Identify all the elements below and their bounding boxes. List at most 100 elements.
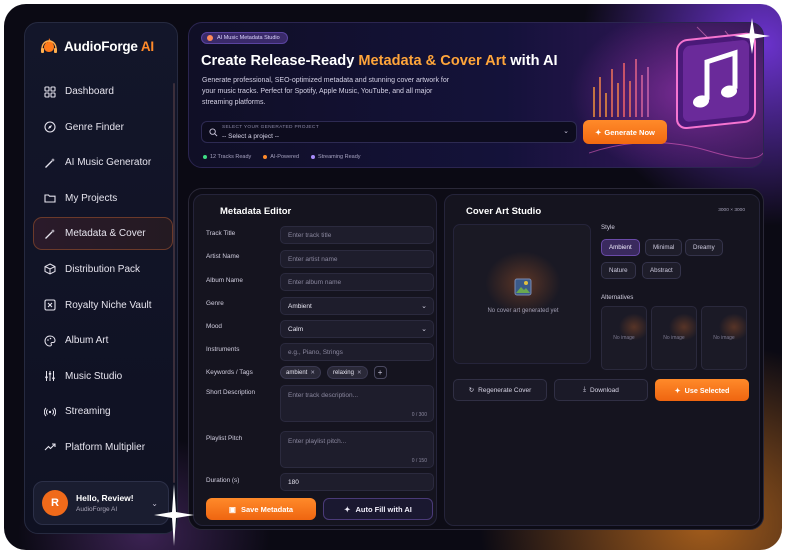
artist-name-input[interactable]: Enter artist name (280, 250, 434, 268)
regenerate-cover-button[interactable]: ↻ Regenerate Cover (453, 379, 547, 401)
save-icon: ▣ (228, 504, 236, 514)
duration-label: Duration (s) (206, 477, 240, 484)
chevron-down-icon: ⌄ (421, 303, 427, 310)
user-menu[interactable]: R Hello, Review! AudioForge AI ⌄ (33, 481, 169, 525)
sidebar-nav: Dashboard Genre Finder AI Music Generato… (33, 75, 173, 467)
avatar: R (42, 490, 68, 516)
genre-select[interactable]: Ambient ⌄ (280, 297, 434, 315)
refresh-icon: ↻ (468, 387, 475, 394)
stat-text: 12 Tracks Ready (210, 154, 252, 160)
app-window: AudioForge AI Dashboard Genre Finder AI … (4, 4, 782, 550)
sidebar-item-streaming[interactable]: Streaming (33, 395, 173, 428)
plus-icon: + (377, 368, 383, 377)
sidebar-item-music-studio[interactable]: Music Studio (33, 360, 173, 393)
sidebar-item-album-art[interactable]: Album Art (33, 324, 173, 357)
cover-dimensions: 3000 × 3000 (718, 208, 745, 213)
tag-label: relaxing (332, 369, 354, 376)
use-selected-button[interactable]: ✦ Use Selected (655, 379, 749, 401)
hero-badge: AI Music Metadata Studio (201, 32, 288, 44)
mood-value: Calm (288, 325, 304, 333)
stat-ai-powered: AI-Powered (263, 154, 299, 160)
vault-icon (44, 299, 56, 311)
tag-chip[interactable]: relaxing ✕ (326, 366, 368, 379)
duration-input[interactable]: 180 (280, 473, 434, 491)
sidebar-item-ai-music-generator[interactable]: AI Music Generator (33, 146, 173, 179)
broadcast-icon (44, 407, 56, 417)
sidebar-item-dashboard[interactable]: Dashboard (33, 75, 173, 108)
sidebar-item-distribution-pack[interactable]: Distribution Pack (33, 253, 173, 286)
sidebar-item-label: Genre Finder (65, 121, 124, 133)
sidebar-item-label: Distribution Pack (65, 263, 141, 275)
instruments-input[interactable]: e.g., Piano, Strings (280, 343, 434, 361)
app-name: AudioForge (64, 38, 138, 54)
sidebar-item-royalty-niche-vault[interactable]: Royalty Niche Vault (33, 289, 173, 322)
sidebar-item-label: Dashboard (65, 86, 114, 97)
sidebar-item-my-projects[interactable]: My Projects (33, 182, 173, 215)
short-description-textarea[interactable]: Enter track description... 0 / 300 (280, 385, 434, 422)
user-subtitle: AudioForge AI (76, 506, 118, 513)
mood-select[interactable]: Calm ⌄ (280, 320, 434, 338)
compass-icon (44, 121, 56, 133)
save-metadata-button[interactable]: ▣ Save Metadata (206, 498, 316, 520)
style-chip-minimal[interactable]: Minimal (645, 239, 683, 256)
sparkle-icon: ✦ (595, 127, 602, 137)
sparkle-icon: ✦ (674, 385, 681, 395)
folder-icon (44, 194, 56, 203)
style-chip-abstract[interactable]: Abstract (642, 262, 681, 279)
project-select[interactable]: SELECT YOUR GENERATED PROJECT -- Select … (201, 121, 577, 143)
mood-label: Mood (206, 323, 222, 330)
image-placeholder-icon (514, 278, 532, 296)
status-dot-icon (263, 155, 268, 159)
style-chip-dreamy[interactable]: Dreamy (685, 239, 723, 256)
hero-stats: 12 Tracks Ready AI-Powered Streaming Rea… (203, 154, 361, 160)
close-icon[interactable]: ✕ (310, 370, 315, 376)
keywords-label: Keywords / Tags (206, 369, 253, 376)
logo[interactable]: AudioForge AI (39, 37, 154, 55)
tag-label: ambient (286, 369, 308, 376)
magic-wand-icon (45, 228, 55, 239)
auto-fill-button[interactable]: ✦ Auto Fill with AI (323, 498, 433, 520)
tag-chip[interactable]: ambient ✕ (280, 366, 321, 379)
sidebar-item-label: Platform Multiplier (65, 441, 146, 453)
style-chip-ambient[interactable]: Ambient (601, 239, 640, 256)
sidebar-scrollbar[interactable] (173, 83, 175, 483)
generate-now-button[interactable]: ✦ Generate Now (583, 120, 667, 144)
genre-value: Ambient (288, 302, 312, 310)
generate-now-label: Generate Now (604, 127, 655, 137)
playlist-pitch-textarea[interactable]: Enter playlist pitch... 0 / 150 (280, 431, 434, 468)
app-name-suffix: AI (140, 38, 154, 54)
brain-icon (207, 35, 213, 41)
hero-banner: AI Music Metadata Studio Create Release-… (188, 22, 764, 168)
album-name-label: Album Name (206, 277, 243, 284)
sidebar-item-label: Album Art (65, 335, 109, 347)
cover-empty-text: No cover art generated yet (487, 308, 559, 314)
sidebar-item-metadata-cover[interactable]: Metadata & Cover (33, 217, 173, 251)
alternative-thumbnail[interactable]: No image (651, 306, 697, 370)
sidebar-item-label: My Projects (65, 192, 118, 204)
close-icon[interactable]: ✕ (357, 370, 362, 376)
user-greeting: Hello, Review! (76, 493, 134, 503)
workspace-panel: Metadata Editor Track Title Enter track … (188, 188, 764, 530)
palette-icon (44, 335, 56, 347)
album-name-input[interactable]: Enter album name (280, 273, 434, 291)
char-counter: 0 / 300 (411, 412, 427, 418)
metadata-editor-title: Metadata Editor (220, 206, 292, 217)
sidebar-item-platform-multiplier[interactable]: Platform Multiplier (33, 431, 173, 464)
regenerate-cover-label: Regenerate Cover (478, 386, 532, 394)
hero-badge-label: AI Music Metadata Studio (217, 35, 280, 41)
stat-text: AI-Powered (270, 154, 300, 160)
alternative-thumbnail[interactable]: No image (701, 306, 747, 370)
download-label: Download (589, 386, 619, 394)
add-tag-button[interactable]: + (373, 366, 387, 379)
music-note-icon (311, 155, 316, 159)
download-button[interactable]: ⤓ Download (554, 379, 648, 401)
genre-label: Genre (206, 300, 224, 307)
style-chip-nature[interactable]: Nature (601, 262, 636, 279)
stat-tracks-ready: 12 Tracks Ready (203, 154, 251, 160)
track-title-input[interactable]: Enter track title (280, 226, 434, 244)
chevron-down-icon: ⌄ (563, 128, 569, 135)
sidebar-item-genre-finder[interactable]: Genre Finder (33, 111, 173, 144)
metadata-editor: Metadata Editor Track Title Enter track … (193, 194, 437, 526)
alternative-thumbnail[interactable]: No image (601, 306, 647, 370)
page-title: Create Release-Ready Metadata & Cover Ar… (201, 53, 558, 69)
